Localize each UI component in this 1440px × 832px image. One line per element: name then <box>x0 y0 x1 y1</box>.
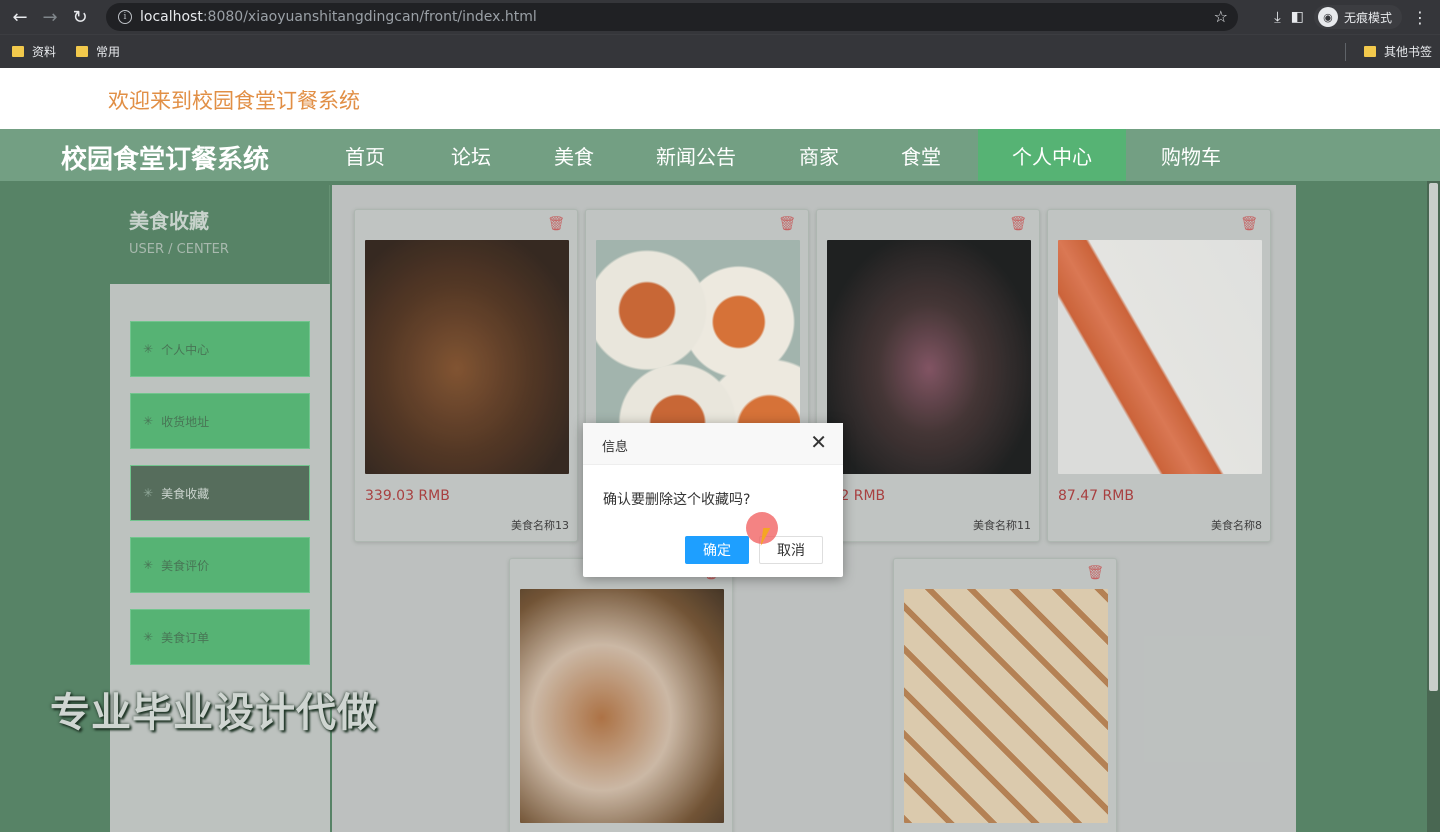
folder-icon <box>12 46 24 57</box>
bookmark-label: 资料 <box>32 45 57 59</box>
close-icon[interactable]: ✕ <box>810 432 827 452</box>
dialog-title: 信息 <box>602 440 629 455</box>
confirm-button[interactable]: 确定 <box>685 536 749 564</box>
bookmark-label: 常用 <box>96 45 121 59</box>
dialog-message: 确认要删除这个收藏吗? <box>603 492 751 508</box>
incognito-indicator[interactable]: ◉ 无痕模式 <box>1313 5 1402 29</box>
site-info-icon[interactable]: i <box>118 10 132 24</box>
url-host: localhost <box>140 9 203 25</box>
side-panel-icon[interactable]: ◧ <box>1291 9 1304 25</box>
incognito-icon: ◉ <box>1317 7 1338 27</box>
browser-actions: ⤓ ◧ ◉ 无痕模式 ⋮ <box>1274 0 1440 34</box>
bookmark-divider <box>1345 43 1346 61</box>
dialog-header: 信息 ✕ <box>583 423 843 465</box>
forward-icon[interactable]: → <box>35 2 65 32</box>
url-path: :8080/xiaoyuanshitangdingcan/front/index… <box>202 9 537 25</box>
folder-icon <box>76 46 89 57</box>
menu-icon[interactable]: ⋮ <box>1412 8 1428 27</box>
other-bookmarks-label: 其他书签 <box>1383 45 1432 59</box>
confirm-dialog: 信息 ✕ 确认要删除这个收藏吗? 确定 取消 <box>583 423 843 577</box>
back-icon[interactable]: ← <box>5 2 35 32</box>
download-icon[interactable]: ⤓ <box>1274 8 1281 26</box>
reload-icon[interactable]: ↻ <box>65 2 95 32</box>
address-bar[interactable]: i localhost:8080/xiaoyuanshitangdingcan/… <box>106 3 1238 31</box>
browser-toolbar: ← → ↻ i localhost:8080/xiaoyuanshitangdi… <box>0 0 1440 34</box>
watermark-text: 专业毕业设计代做 <box>50 690 378 736</box>
folder-icon <box>1363 46 1376 57</box>
bookmark-folder-ziliao[interactable]: 资料 <box>12 43 56 60</box>
other-bookmarks[interactable]: 其他书签 <box>1363 43 1432 60</box>
bookmarks-bar: 资料 常用 其他书签 <box>0 34 1440 68</box>
bookmark-star-icon[interactable]: ☆ <box>1214 7 1228 26</box>
incognito-label: 无痕模式 <box>1343 10 1392 25</box>
bookmark-folder-changyong[interactable]: 常用 <box>76 43 120 60</box>
